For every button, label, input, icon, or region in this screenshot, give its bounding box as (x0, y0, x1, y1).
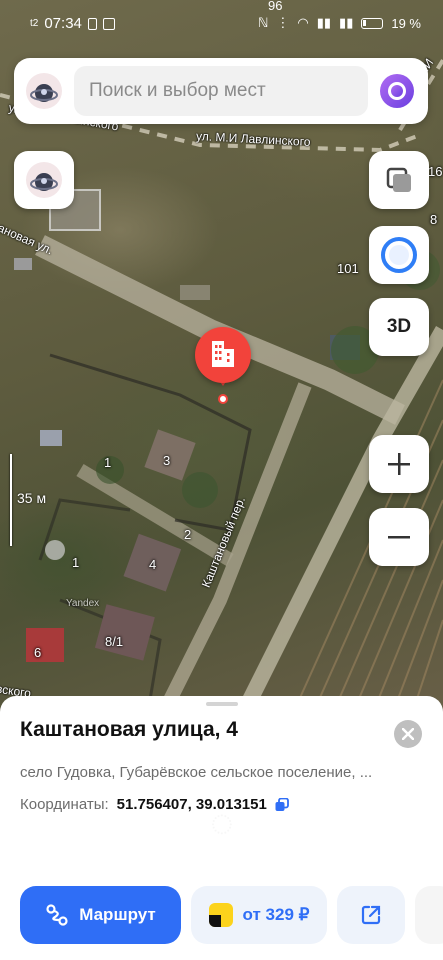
avatar-icon (30, 84, 58, 102)
status-bar: t2 07:34 96 ℕ ⋮ ◠ ▮▮ ▮▮ 19 % (0, 0, 443, 44)
more-actions-button[interactable] (415, 886, 443, 944)
status-time: 07:34 (44, 15, 82, 32)
yandex-watermark: Yandex (66, 598, 100, 609)
zoom-out-button[interactable] (369, 508, 429, 566)
plus-icon (388, 453, 410, 475)
status-top-number: 96 (268, 0, 283, 13)
alice-button[interactable] (369, 226, 429, 284)
house-number: 3 (163, 453, 171, 468)
signal-icon: ▮▮ (316, 15, 332, 30)
sheet-grabber[interactable] (206, 702, 238, 706)
profile-avatar (26, 162, 62, 198)
battery-icon (361, 17, 384, 29)
house-number: 101 (337, 261, 359, 276)
route-icon (46, 904, 68, 926)
close-icon (402, 728, 414, 740)
taxi-price: от 329 ₽ (242, 905, 310, 924)
house-number: 8/1 (105, 634, 124, 649)
alice-icon (381, 237, 417, 273)
taxi-icon (208, 903, 233, 927)
minus-icon (388, 536, 410, 539)
close-button[interactable] (394, 720, 422, 748)
house-number: 1 (104, 455, 112, 470)
user-avatar[interactable] (26, 73, 62, 109)
coordinates-row[interactable]: Координаты: 51.756407, 39.013151 (20, 796, 289, 813)
scale-label: 35 м (17, 490, 47, 506)
route-label: Маршрут (79, 905, 156, 924)
house-number: 4 (149, 557, 157, 572)
layers-icon (386, 167, 411, 192)
alice-voice-button[interactable] (380, 74, 414, 108)
route-button[interactable]: Маршрут (20, 886, 181, 944)
wifi-icon: ◠ (297, 15, 309, 30)
carrier-tag: t2 (30, 18, 39, 29)
coordinates-label: Координаты: (20, 796, 109, 813)
notification-icon (102, 17, 115, 30)
battery-percent: 19 % (391, 15, 421, 31)
share-icon (361, 905, 381, 925)
profile-button[interactable] (14, 151, 74, 209)
zoom-in-button[interactable] (369, 435, 429, 493)
avatar-icon (30, 173, 58, 191)
sim-icon (87, 17, 97, 30)
place-card: Каштановая улица, 4 село Гудовка, Губарё… (0, 696, 443, 960)
pin-location-dot (218, 394, 228, 404)
search-input[interactable]: Поиск и выбор мест (74, 66, 368, 116)
search-bar: Поиск и выбор мест (14, 58, 428, 124)
building-pin[interactable] (195, 327, 251, 383)
house-number: 6 (34, 645, 42, 660)
watermark: ◌ (210, 801, 234, 846)
nfc-icon: ℕ (257, 15, 269, 30)
taxi-button[interactable]: от 329 ₽ (191, 886, 327, 944)
house-number: 8 (430, 212, 438, 227)
house-number: 2 (184, 527, 192, 542)
vibrate-icon: ⋮ (276, 15, 290, 30)
scale-bar (10, 454, 12, 546)
coordinates-value: 51.756407, 39.013151 (116, 796, 267, 813)
copy-icon[interactable] (275, 797, 289, 812)
house-number: 16 (428, 164, 443, 179)
map-layers-button[interactable] (369, 151, 429, 209)
share-button[interactable] (337, 886, 405, 944)
3d-button[interactable]: 3D (369, 298, 429, 356)
place-address: село Гудовка, Губарёвское сельское посел… (20, 764, 373, 781)
place-title: Каштановая улица, 4 (20, 718, 238, 741)
house-number: 1 (72, 555, 80, 570)
building-icon (212, 341, 234, 367)
signal2-icon: ▮▮ (339, 15, 354, 30)
